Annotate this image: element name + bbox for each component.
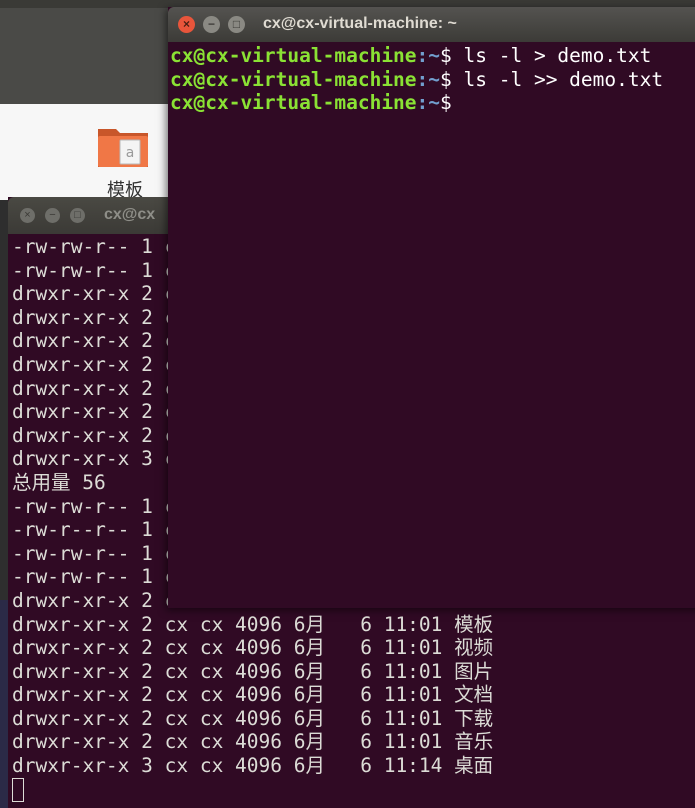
prompt-line: cx@cx-virtual-machine:~$ (170, 91, 695, 115)
terminal-line: drwxr-xr-x 2 cx cx 4096 6月 6 11:01 音乐 (12, 730, 494, 754)
prompt-line: cx@cx-virtual-machine:~$ ls -l > demo.tx… (170, 44, 695, 68)
maximize-icon[interactable]: □ (228, 16, 245, 33)
prompt-symbol: $ (440, 91, 464, 115)
prompt-path: :~ (416, 44, 441, 67)
terminal-line: drwxr-xr-x 2 cx cx 4096 6月 6 11:01 下载 (12, 706, 494, 730)
prompt-symbol: $ (440, 44, 464, 67)
text-cursor (12, 777, 24, 802)
front-terminal-title: cx@cx-virtual-machine: ~ (263, 15, 457, 32)
svg-text:a: a (126, 145, 135, 161)
front-terminal-titlebar[interactable]: × − □ cx@cx-virtual-machine: ~ (168, 7, 695, 42)
command-text: ls -l > demo.txt (463, 44, 652, 67)
prompt-user: cx@cx-virtual-machine (170, 67, 417, 91)
terminal-line: drwxr-xr-x 2 cx cx 4096 6月 6 11:01 视频 (12, 636, 494, 660)
terminal-line: drwxr-xr-x 3 cx cx 4096 6月 6 11:14 桌面 (12, 754, 494, 778)
prompt-symbol: $ (440, 67, 464, 91)
prompt-user: cx@cx-virtual-machine (170, 44, 417, 67)
close-icon[interactable]: × (178, 16, 195, 33)
back-terminal-title: cx@cx (104, 206, 156, 223)
terminal-line: drwxr-xr-x 2 cx cx 4096 6月 6 11:01 模板 (12, 612, 494, 636)
front-terminal-output[interactable]: cx@cx-virtual-machine:~$ ls -l > demo.tx… (170, 44, 695, 608)
terminal-line: drwxr-xr-x 2 cx cx 4096 6月 6 11:01 文档 (12, 683, 494, 707)
prompt-path: :~ (416, 91, 441, 115)
prompt-user: cx@cx-virtual-machine (170, 91, 417, 115)
terminal-cursor-line (12, 777, 695, 802)
prompt-line: cx@cx-virtual-machine:~$ ls -l >> demo.t… (170, 68, 695, 92)
minimize-icon[interactable]: − (203, 16, 220, 33)
terminal-line: drwxr-xr-x 2 cx cx 4096 6月 6 11:01 图片 (12, 659, 494, 683)
front-terminal-window[interactable]: × − □ cx@cx-virtual-machine: ~ cx@cx-vir… (168, 7, 695, 608)
command-text: ls -l >> demo.txt (463, 67, 664, 91)
folder-icon[interactable]: a (96, 123, 150, 169)
maximize-icon[interactable]: □ (70, 208, 85, 223)
prompt-path: :~ (416, 67, 441, 91)
minimize-icon[interactable]: − (45, 208, 60, 223)
close-icon[interactable]: × (20, 208, 35, 223)
